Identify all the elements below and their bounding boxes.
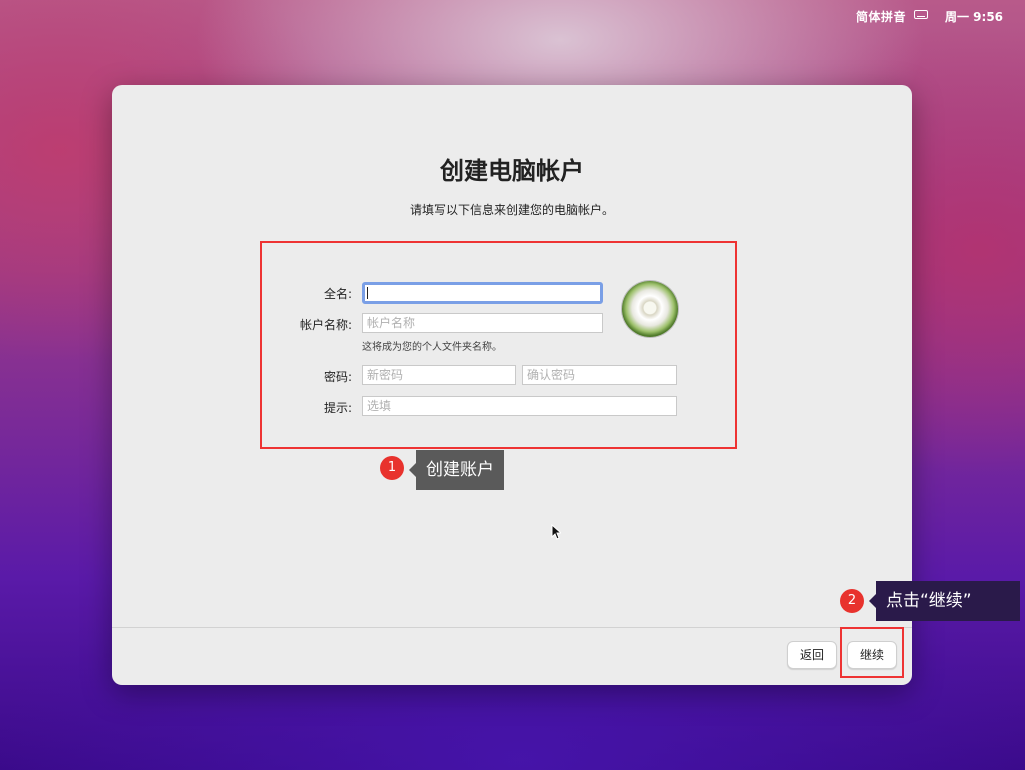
password-label: 密码: (323, 370, 352, 384)
full-name-label: 全名: (323, 287, 352, 301)
page-title: 创建电脑帐户 (440, 157, 584, 185)
footer-divider (112, 627, 912, 628)
mouse-pointer-icon (551, 524, 561, 540)
page-subtitle: 请填写以下信息来创建您的电脑帐户。 (409, 203, 614, 217)
annotation-tooltip-1: 创建账户 (409, 450, 504, 490)
annotation-tooltip-2: 点击“继续” (869, 581, 1020, 621)
new-password-field[interactable]: 新密码 (362, 365, 516, 385)
back-button[interactable]: 返回 (787, 641, 837, 669)
account-name-hint: 这将成为您的个人文件夹名称。 (362, 342, 502, 353)
keyboard-icon[interactable] (914, 10, 928, 19)
menu-bar-clock[interactable]: 周一 9:56 (945, 8, 1003, 25)
password-hint-field[interactable]: 选填 (362, 396, 677, 416)
continue-highlight-frame (840, 627, 904, 678)
dandelion-avatar[interactable] (622, 281, 678, 337)
setup-assistant-window: 创建电脑帐户 请填写以下信息来创建您的电脑帐户。 全名: 帐户名称: 帐户名称 … (112, 85, 912, 685)
account-name-label: 帐户名称: (299, 318, 352, 332)
confirm-password-field[interactable]: 确认密码 (522, 365, 677, 385)
account-name-field[interactable]: 帐户名称 (362, 313, 603, 333)
full-name-field[interactable] (362, 282, 603, 304)
password-hint-label: 提示: (323, 401, 352, 415)
menu-bar: 简体拼音 周一 9:56 (0, 0, 1025, 30)
input-method-indicator[interactable]: 简体拼音 (856, 8, 906, 25)
annotation-badge-1: 1 (380, 456, 404, 480)
annotation-badge-2: 2 (840, 589, 864, 613)
